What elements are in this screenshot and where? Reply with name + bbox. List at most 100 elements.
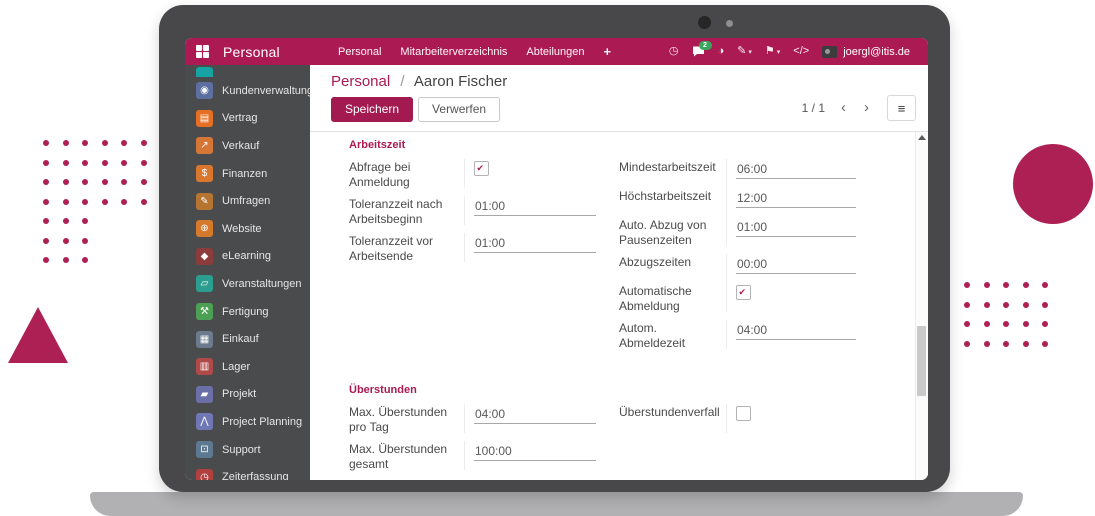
sidebar-item-label: Fertigung [222, 306, 268, 318]
field-control [726, 283, 855, 312]
sidebar-item-elearning[interactable]: ◆eLearning [185, 243, 310, 271]
scrollbar-up-arrow-icon[interactable] [918, 135, 926, 140]
topbar-menu-personal[interactable]: Personal [338, 46, 381, 58]
field-input[interactable] [474, 444, 596, 461]
form-field: Max. Überstunden gesamt [349, 441, 595, 478]
field-input[interactable] [474, 407, 596, 424]
field-checkbox[interactable] [474, 161, 489, 176]
sidebar-item-label: eLearning [222, 250, 271, 262]
field-checkbox[interactable] [736, 285, 751, 300]
project-icon: ▰ [196, 386, 213, 403]
developer-code-icon[interactable]: </> [793, 46, 809, 57]
decor-dot [984, 321, 990, 327]
decor-dot [964, 321, 970, 327]
edit-menu[interactable]: ✎ ▾ [737, 46, 752, 57]
scrollbar-track[interactable] [915, 132, 928, 480]
field-input[interactable] [736, 257, 856, 274]
decor-dot [82, 179, 88, 185]
laptop-frame: Personal Personal Mitarbeiterverzeichnis A… [159, 5, 950, 492]
pager: 1 / 1 ‹ › ≡ [802, 95, 916, 121]
field-input[interactable] [736, 162, 856, 179]
decor-dot [43, 160, 49, 166]
field-input[interactable] [474, 199, 596, 216]
discard-button[interactable]: Verwerfen [418, 97, 500, 122]
sidebar-item-label: Einkauf [222, 333, 259, 345]
form-field: Abzugszeiten [619, 254, 855, 283]
sidebar-item-website[interactable]: ⊕Website [185, 215, 310, 243]
decor-dot [984, 302, 990, 308]
breadcrumb: Personal / Aaron Fischer [331, 73, 916, 90]
decor-dot [63, 199, 69, 205]
decor-dot [82, 238, 88, 244]
decor-dot [63, 140, 69, 146]
sidebar-item-vertrag[interactable]: ▤ Vertrag [185, 105, 310, 133]
flag-menu[interactable]: ⚑ ▾ [765, 46, 780, 57]
form-field: Höchstarbeitszeit [619, 188, 855, 217]
sidebar-item-lager[interactable]: ▥Lager [185, 353, 310, 381]
field-label: Überstundenverfall [619, 404, 726, 426]
main-panel: Personal / Aaron Fischer Speichern Verwe… [310, 65, 928, 480]
sidebar-item-label: Project Planning [222, 416, 302, 428]
decor-dot [121, 179, 127, 185]
apps-grid-icon[interactable] [196, 45, 209, 58]
decor-dot [43, 218, 49, 224]
sidebar-item-verkauf[interactable]: ↗Verkauf [185, 132, 310, 160]
planning-icon: ⋀ [196, 413, 213, 430]
pager-next-icon[interactable]: › [862, 101, 871, 115]
sidebar-item-label: Kundenverwaltung [222, 85, 310, 97]
field-input[interactable] [736, 220, 856, 237]
field-checkbox[interactable] [736, 406, 751, 421]
section-right-column: Überstundenverfall [619, 404, 855, 478]
sidebar-item-zeiterfassung[interactable]: ◷Zeiterfassung [185, 463, 310, 480]
inventory-icon: ▥ [196, 358, 213, 375]
topbar-menu-abteilungen[interactable]: Abteilungen [526, 46, 584, 58]
sidebar-item-project-planning[interactable]: ⋀ Project Planning [185, 408, 310, 436]
sidebar-item-einkauf[interactable]: ▦Einkauf [185, 325, 310, 353]
decor-dot [1023, 321, 1029, 327]
field-label: Autom. Abmeldezeit [619, 320, 726, 357]
messages-icon[interactable]: 2 [692, 46, 705, 57]
field-label: Toleranzzeit vor Arbeitsende [349, 233, 464, 270]
topbar-menu-add[interactable]: + [604, 44, 612, 59]
breadcrumb-parent-link[interactable]: Personal [331, 73, 390, 90]
breadcrumb-current: Aaron Fischer [414, 73, 507, 90]
view-menu-button[interactable]: ≡ [887, 95, 916, 121]
decor-dot [984, 341, 990, 347]
decor-dot [102, 179, 108, 185]
contrast-icon[interactable]: ◑ [718, 46, 725, 57]
user-email: joergl@itis.de [843, 46, 910, 58]
decor-dot [102, 199, 108, 205]
sidebar-item-projekt[interactable]: ▰Projekt [185, 381, 310, 409]
form-field: Toleranzzeit nach Arbeitsbeginn [349, 196, 595, 233]
sidebar-item-support[interactable]: ⊡Support [185, 436, 310, 464]
contract-icon: ▤ [196, 110, 213, 127]
sidebar-item-finanzen[interactable]: $Finanzen [185, 160, 310, 188]
section-right-column: MindestarbeitszeitHöchstarbeitszeitAuto.… [619, 159, 855, 357]
field-control [726, 217, 855, 246]
sidebar-item-label: Vertrag [222, 112, 257, 124]
page-background: Personal Personal Mitarbeiterverzeichnis A… [0, 0, 1095, 516]
topbar-menu-mitarbeiterverzeichnis[interactable]: Mitarbeiterverzeichnis [400, 46, 507, 58]
decor-dot [1023, 341, 1029, 347]
field-input[interactable] [474, 236, 596, 253]
user-menu[interactable]: joergl@itis.de [822, 46, 910, 58]
sidebar-item-veranstaltungen[interactable]: ▱Veranstaltungen [185, 270, 310, 298]
pager-prev-icon[interactable]: ‹ [839, 101, 848, 115]
sidebar-item-partial[interactable] [185, 67, 310, 77]
field-control [726, 188, 855, 217]
sidebar-item-kundenverwaltung[interactable]: ◉Kundenverwaltung [185, 77, 310, 105]
field-control [464, 441, 595, 470]
sidebar-item-label: Verkauf [222, 140, 259, 152]
decor-dot [82, 257, 88, 263]
sidebar-item-fertigung[interactable]: ⚒Fertigung [185, 298, 310, 326]
activities-clock-icon[interactable]: ◷ [669, 46, 679, 57]
field-label: Auto. Abzug von Pausenzeiten [619, 217, 726, 254]
decor-dot [1023, 282, 1029, 288]
field-label: Max. Überstunden gesamt [349, 441, 464, 478]
field-label: Automatische Abmeldung [619, 283, 726, 320]
save-button[interactable]: Speichern [331, 97, 413, 122]
scrollbar-thumb[interactable] [917, 326, 926, 396]
sidebar-item-umfragen[interactable]: ✎Umfragen [185, 187, 310, 215]
field-input[interactable] [736, 191, 856, 208]
field-input[interactable] [736, 323, 856, 340]
